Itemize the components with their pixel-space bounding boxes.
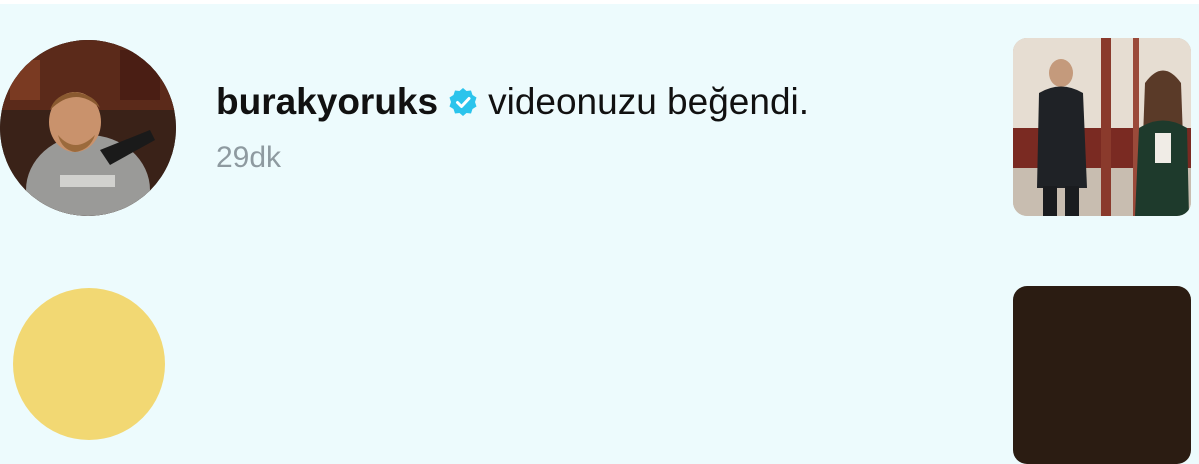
timestamp: 29dk (216, 141, 282, 174)
next-video-thumbnail[interactable] (1013, 286, 1191, 464)
notification-row[interactable]: burakyoruks videonuzu beğendi. 29dk (0, 0, 1199, 250)
action-text: videonuzu beğendi. (488, 81, 810, 122)
notification-text: burakyoruks videonuzu beğendi. 29dk (216, 82, 976, 175)
video-thumbnail[interactable] (1013, 38, 1191, 216)
notification-message: burakyoruks videonuzu beğendi. (216, 82, 976, 122)
username-link[interactable]: burakyoruks (216, 82, 438, 122)
user-avatar[interactable] (0, 40, 176, 216)
thumbnail-image (1013, 38, 1191, 216)
verified-badge-icon (448, 87, 478, 117)
avatar-photo (0, 40, 176, 216)
